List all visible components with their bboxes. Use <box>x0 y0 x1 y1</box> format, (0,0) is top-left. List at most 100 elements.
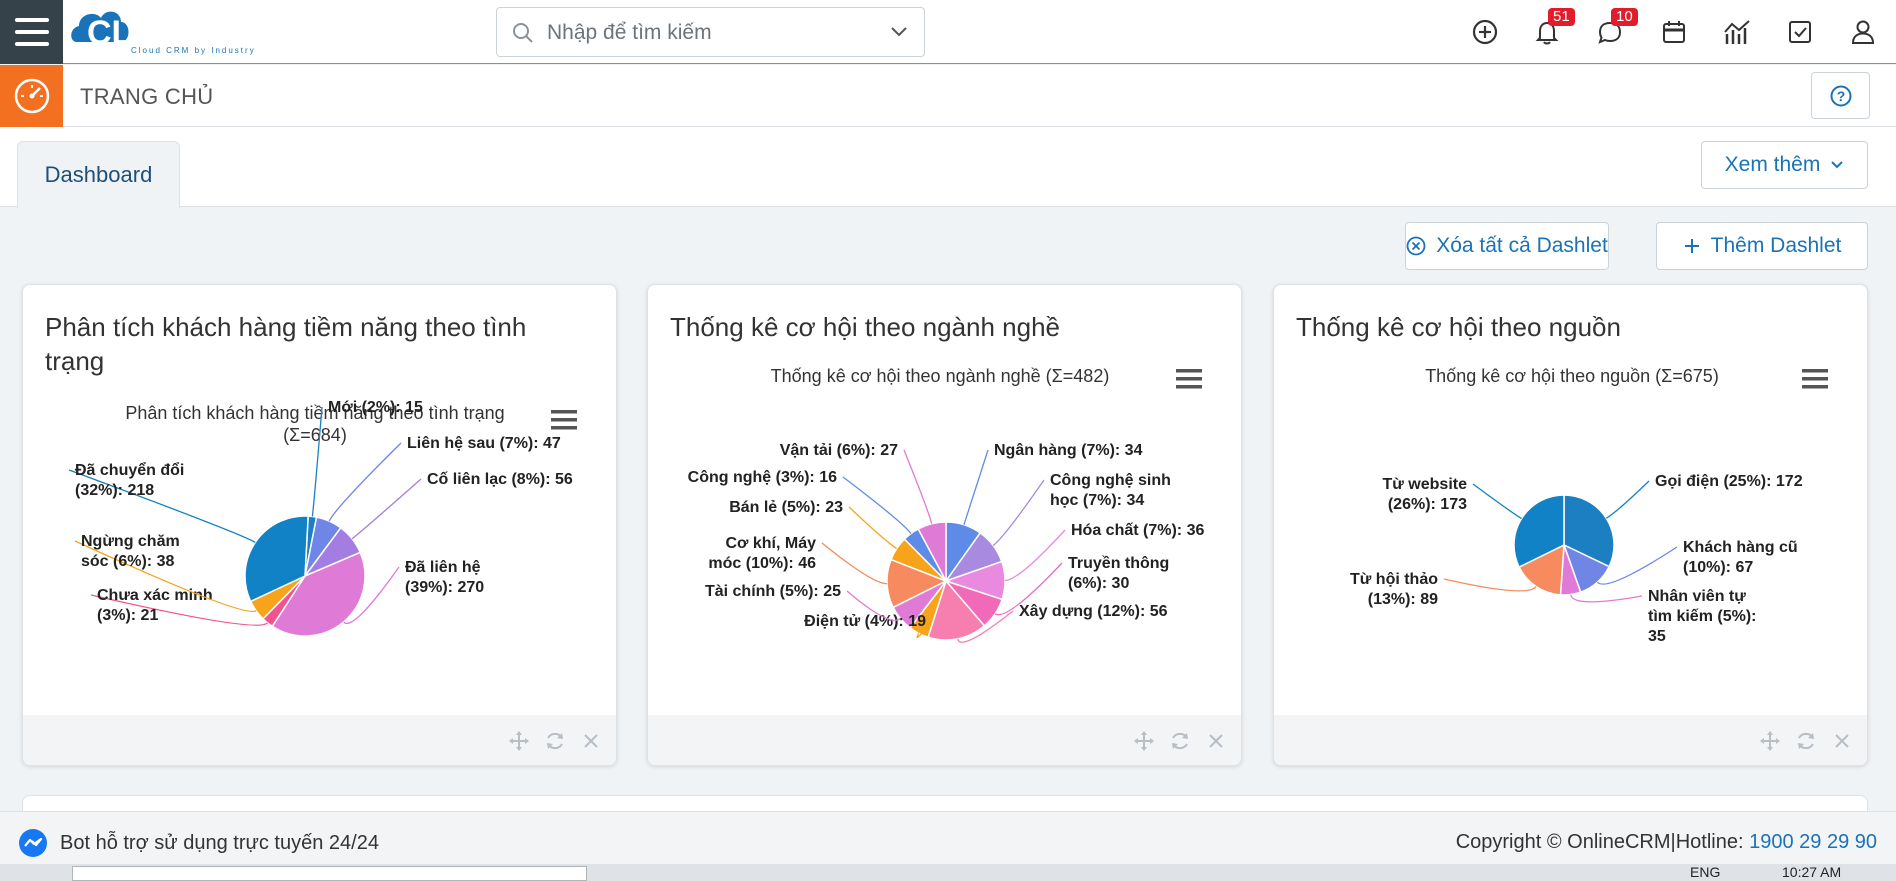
label-connector <box>351 478 422 540</box>
close-circle-icon <box>1406 236 1426 256</box>
label-connector <box>68 469 256 544</box>
os-taskbar: ENG 10:27 AM <box>0 864 1896 881</box>
chat-icon[interactable]: 10 <box>1593 8 1638 49</box>
chart-menu-icon[interactable] <box>1176 369 1202 389</box>
clear-all-dashlets-button[interactable]: Xóa tất cả Dashlet <box>1405 222 1609 270</box>
pie-chart: Phân tích khách hàng tiềm năng theo tình… <box>68 400 577 637</box>
search-box[interactable] <box>496 7 925 57</box>
data-label: Công nghệ (3%): 16 <box>688 469 837 486</box>
search-input[interactable] <box>547 18 867 48</box>
data-label: Hóa chất (7%): 36 <box>1071 522 1204 539</box>
notification-badge: 51 <box>1548 8 1575 26</box>
label-connector <box>328 442 402 522</box>
hotline-link[interactable]: 1900 29 29 90 <box>1749 831 1877 853</box>
chart-title: Thống kê cơ hội theo nguồn (Σ=675) <box>1425 366 1719 386</box>
chart-menu-icon[interactable] <box>551 410 577 430</box>
taskbar-window[interactable] <box>72 866 587 881</box>
more-button[interactable]: Xem thêm <box>1701 141 1868 189</box>
label-connector <box>992 479 1045 547</box>
help-icon: ? <box>1830 85 1851 106</box>
data-label: Cố liên lạc (8%): 56 <box>427 471 573 488</box>
report-chart-icon[interactable] <box>1720 15 1754 49</box>
data-label: Mới (2%): 15 <box>328 400 423 416</box>
copyright: Copyright © OnlineCRM|Hotline: 1900 29 2… <box>1456 831 1877 854</box>
tab-dashboard[interactable]: Dashboard <box>17 141 180 208</box>
label-connector <box>1605 480 1650 519</box>
add-dashlet-button[interactable]: Thêm Dashlet <box>1656 222 1868 270</box>
data-label: Cơ khí, Máy móc (10%): 46 <box>708 535 816 572</box>
refresh-icon[interactable] <box>543 729 567 753</box>
close-icon[interactable] <box>1204 729 1228 753</box>
more-button-label: Xem thêm <box>1724 153 1821 176</box>
message-badge: 10 <box>1611 8 1638 26</box>
data-label: Nhân viên tự tìm kiếm (5%): 35 <box>1648 588 1756 645</box>
add-icon[interactable] <box>1468 15 1502 49</box>
data-label: Công nghệ sinh học (7%): 34 <box>1050 472 1171 509</box>
label-connector <box>1472 483 1522 520</box>
calendar-icon[interactable] <box>1657 15 1691 49</box>
dashboard-gauge-icon <box>0 65 63 127</box>
data-label: Đã chuyển đổi (32%): 218 <box>75 461 184 499</box>
dashlet-title: Thống kê cơ hội theo nguồn <box>1296 312 1621 342</box>
pie-slices <box>1513 494 1615 596</box>
task-check-icon[interactable] <box>1783 15 1817 49</box>
chart-title-sum: (Σ=684) <box>283 425 347 445</box>
data-label: Tài chính (5%): 25 <box>705 583 841 600</box>
label-connector <box>1004 529 1066 582</box>
page-header: TRANG CHỦ ? <box>0 65 1896 127</box>
data-label: Điện tử (4%): 19 <box>804 613 926 630</box>
label-connector <box>1570 594 1643 603</box>
top-bar: CLOUDPRO Cloud CRM by Industry 51 10 <box>0 0 1896 64</box>
taskbar-language: ENG <box>1690 864 1721 880</box>
user-icon[interactable] <box>1846 15 1880 49</box>
refresh-icon[interactable] <box>1794 729 1818 753</box>
data-label: Từ hội thảo (13%): 89 <box>1350 571 1438 608</box>
refresh-icon[interactable] <box>1168 729 1192 753</box>
dashlet-opportunity-industry: Thống kê cơ hội theo ngành nghề Thống kê… <box>647 284 1242 766</box>
dashlet-footer <box>1274 715 1867 765</box>
menu-icon[interactable] <box>0 0 63 64</box>
chevron-down-icon <box>1831 161 1844 169</box>
footer: Bot hỗ trợ sử dụng trực tuyến 24/24 Copy… <box>0 811 1896 871</box>
search-icon <box>513 23 533 43</box>
data-label: Khách hàng cũ (10%): 67 <box>1683 539 1798 576</box>
chart-title: Thống kê cơ hội theo ngành nghề (Σ=482) <box>771 366 1110 386</box>
svg-text:?: ? <box>1836 88 1845 104</box>
close-icon[interactable] <box>1830 729 1854 753</box>
data-label: Ngừng chăm sóc (6%): 38 <box>81 533 180 570</box>
logo-tagline: Cloud CRM by Industry <box>131 46 256 55</box>
help-button[interactable]: ? <box>1811 72 1870 119</box>
dashlet-footer <box>23 715 616 765</box>
copyright-text: Copyright © OnlineCRM <box>1455 831 1671 853</box>
label-connector <box>821 542 888 585</box>
label-connector <box>903 449 933 524</box>
dashlet-footer <box>648 715 1241 765</box>
data-label: Xây dựng (12%): 56 <box>1019 603 1168 620</box>
close-icon[interactable] <box>579 729 603 753</box>
move-icon[interactable] <box>1132 729 1156 753</box>
logo[interactable]: CLOUDPRO Cloud CRM by Industry <box>71 4 296 56</box>
bell-icon[interactable]: 51 <box>1530 8 1575 49</box>
dashlet-title: Phân tích khách hàng tiềm năng theo tình… <box>45 312 527 376</box>
chart-menu-icon[interactable] <box>1802 369 1828 389</box>
data-label: Bán lẻ (5%): 23 <box>729 499 843 516</box>
data-label: Truyền thông (6%): 30 <box>1068 555 1169 592</box>
pie-slices <box>244 515 366 637</box>
hotline-label: |Hotline: <box>1670 831 1750 853</box>
chevron-down-icon[interactable] <box>890 26 908 38</box>
data-label: Ngân hàng (7%): 34 <box>994 442 1143 459</box>
move-icon[interactable] <box>1758 729 1782 753</box>
data-label: Chưa xác minh (3%): 21 <box>97 587 213 624</box>
dashlet-lead-status: Phân tích khách hàng tiềm năng theo tình… <box>22 284 617 766</box>
label-connector <box>311 406 323 517</box>
data-label: Từ website (26%): 173 <box>1383 476 1468 513</box>
plus-icon <box>1684 239 1699 253</box>
data-label: Liên hệ sau (7%): 47 <box>407 435 561 452</box>
support-bot-link[interactable]: Bot hỗ trợ sử dụng trực tuyến 24/24 <box>18 828 379 858</box>
dashlet-opportunity-source: Thống kê cơ hội theo nguồn Thống kê cơ h… <box>1273 284 1868 766</box>
page-title: TRANG CHỦ <box>80 84 214 109</box>
data-label: Đã liên hệ (39%): 270 <box>405 559 484 596</box>
support-bot-text: Bot hỗ trợ sử dụng trực tuyến 24/24 <box>60 831 379 854</box>
move-icon[interactable] <box>507 729 531 753</box>
label-connector <box>963 449 989 525</box>
